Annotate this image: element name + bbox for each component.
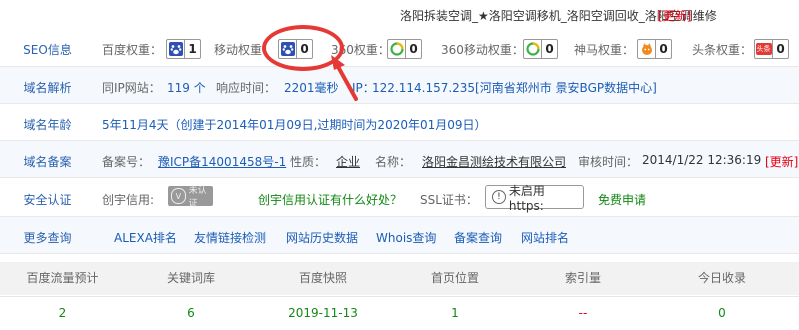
link-icp-query[interactable]: 备案查询 bbox=[454, 229, 502, 246]
credit-benefit-link[interactable]: 创宇信用认证有什么好处？ bbox=[258, 191, 402, 208]
dns-label: 域名解析 bbox=[23, 81, 72, 95]
baidu-weight-value: 1 bbox=[184, 40, 200, 58]
annotation-arrow-icon bbox=[331, 55, 358, 101]
icp-nature-label: 性质： bbox=[290, 155, 327, 169]
verified-v-icon: V bbox=[171, 188, 186, 204]
toutiao-icon-text: 头条 bbox=[755, 43, 772, 55]
360-icon bbox=[524, 40, 541, 58]
same-ip-label: 同IP网站： bbox=[102, 81, 161, 95]
icp-nature-value: 企业 bbox=[336, 155, 361, 169]
link-history[interactable]: 网站历史数据 bbox=[286, 229, 358, 246]
ssl-status-text: 未启用 https: bbox=[508, 183, 545, 213]
stats-table-row: 2 6 2019-11-13 1 -- 0 bbox=[0, 296, 799, 330]
icp-name-label: 名称： bbox=[375, 155, 412, 169]
domain-age-value: 5年11月4天（创建于2014年01月09日,过期时间为2020年01月09日） bbox=[102, 118, 487, 132]
header-cell: 百度快照 bbox=[298, 271, 347, 285]
baidu-weight-label: 百度权重： bbox=[102, 43, 163, 57]
link-friend-check[interactable]: 友情链接检测 bbox=[194, 229, 266, 246]
stat-keywords[interactable]: 6 bbox=[125, 297, 257, 330]
header-cell: 今日收录 bbox=[697, 271, 746, 285]
icp-update-link[interactable]: [更新] bbox=[765, 153, 798, 170]
shenma-icon bbox=[638, 40, 655, 58]
title-bar: 洛阳拆装空调_★洛阳空调移机_洛阳空调回收_洛阳空调维修 [更新] bbox=[0, 0, 799, 30]
stat-traffic[interactable]: 2 bbox=[0, 297, 125, 330]
stat-home-position[interactable]: 1 bbox=[389, 297, 521, 330]
360-icon bbox=[388, 40, 405, 58]
icp-review-time-label: 审核时间： bbox=[578, 155, 639, 169]
info-circle-icon: ! bbox=[492, 190, 506, 204]
toutiao-icon: 头条 bbox=[755, 40, 772, 58]
toutiao-weight-badge[interactable]: 头条 0 bbox=[754, 39, 789, 59]
icp-number-link[interactable]: 豫ICP备14001458号-1 bbox=[158, 153, 286, 170]
shenma-weight-badge[interactable]: 0 bbox=[637, 39, 672, 59]
stat-index[interactable]: -- bbox=[521, 297, 645, 330]
360-weight-value: 0 bbox=[405, 40, 421, 58]
icp-name-value: 洛阳金昌测绘技术有限公司 bbox=[422, 155, 567, 169]
stat-today-indexed[interactable]: 0 bbox=[645, 297, 799, 330]
seo-label: SEO信息 bbox=[23, 43, 72, 57]
icp-review-time-value: 2014/1/22 12:36:19 bbox=[642, 153, 762, 167]
credit-cert-badge[interactable]: V 未认证 bbox=[168, 186, 213, 209]
title-update-link[interactable]: [更新] bbox=[658, 7, 691, 24]
response-time-label: 响应时间： bbox=[216, 81, 277, 95]
cert-text: 未认证 bbox=[188, 186, 207, 209]
security-row: 安全认证 创宇信用: 创宇信用认证有什么好处？ SSL证书： 免费申请 bbox=[0, 178, 799, 217]
same-ip-count[interactable]: 119 个 bbox=[167, 79, 206, 96]
360-mobile-weight-value: 0 bbox=[541, 40, 557, 58]
ssl-label: SSL证书： bbox=[420, 193, 478, 207]
shenma-weight-label: 神马权重： bbox=[574, 43, 635, 57]
link-alexa[interactable]: ALEXA排名 bbox=[114, 229, 177, 246]
header-cell: 索引量 bbox=[564, 271, 601, 285]
360-weight-badge[interactable]: 0 bbox=[387, 39, 422, 59]
360-mobile-weight-badge[interactable]: 0 bbox=[523, 39, 558, 59]
baidu-weight-badge[interactable]: 1 bbox=[166, 39, 201, 59]
more-query-label: 更多查询 bbox=[23, 231, 72, 245]
ssl-apply-link[interactable]: 免费申请 bbox=[598, 191, 646, 208]
link-site-rank[interactable]: 网站排名 bbox=[521, 229, 569, 246]
icp-row: 域名备案 备案号： 豫ICP备14001458号-1 性质： 企业 名称： 洛阳… bbox=[0, 141, 799, 178]
header-cell: 关键词库 bbox=[166, 271, 215, 285]
domain-age-row: 域名年龄 5年11月4天（创建于2014年01月09日,过期时间为2020年01… bbox=[0, 104, 799, 141]
credit-label: 创宇信用: bbox=[102, 193, 155, 207]
baidu-paw-icon bbox=[167, 40, 184, 58]
header-cell: 首页位置 bbox=[430, 271, 479, 285]
stat-snapshot[interactable]: 2019-11-13 bbox=[257, 297, 389, 330]
header-cell: 百度流量预计 bbox=[26, 271, 99, 285]
360-mobile-weight-label: 360移动权重： bbox=[441, 43, 524, 57]
toutiao-weight-label: 头条权重： bbox=[692, 43, 753, 57]
ssl-status-box[interactable]: ! 未启用 https: bbox=[485, 184, 584, 213]
stats-table-header: 百度流量预计 关键词库 百度快照 首页位置 索引量 今日收录 bbox=[0, 262, 799, 295]
link-whois[interactable]: Whois查询 bbox=[376, 229, 436, 246]
toutiao-weight-value: 0 bbox=[772, 40, 788, 58]
domain-age-label: 域名年龄 bbox=[23, 118, 72, 132]
ip-address-link[interactable]: 122.114.157.235[河南省郑州市 景安BGP数据中心] bbox=[372, 79, 657, 96]
icp-number-label: 备案号： bbox=[102, 155, 151, 169]
more-query-row: 更多查询 ALEXA排名 友情链接检测 网站历史数据 Whois查询 备案查询 … bbox=[0, 217, 799, 254]
dns-row: 域名解析 同IP网站： 119 个 响应时间： 2201毫秒 IP： 122.1… bbox=[0, 67, 799, 104]
icp-label: 域名备案 bbox=[23, 155, 72, 169]
seo-row: SEO信息 百度权重： 1 移动权重： 0 360权重： 0 360移动权重： … bbox=[0, 30, 799, 67]
security-label: 安全认证 bbox=[23, 193, 72, 207]
shenma-weight-value: 0 bbox=[655, 40, 671, 58]
